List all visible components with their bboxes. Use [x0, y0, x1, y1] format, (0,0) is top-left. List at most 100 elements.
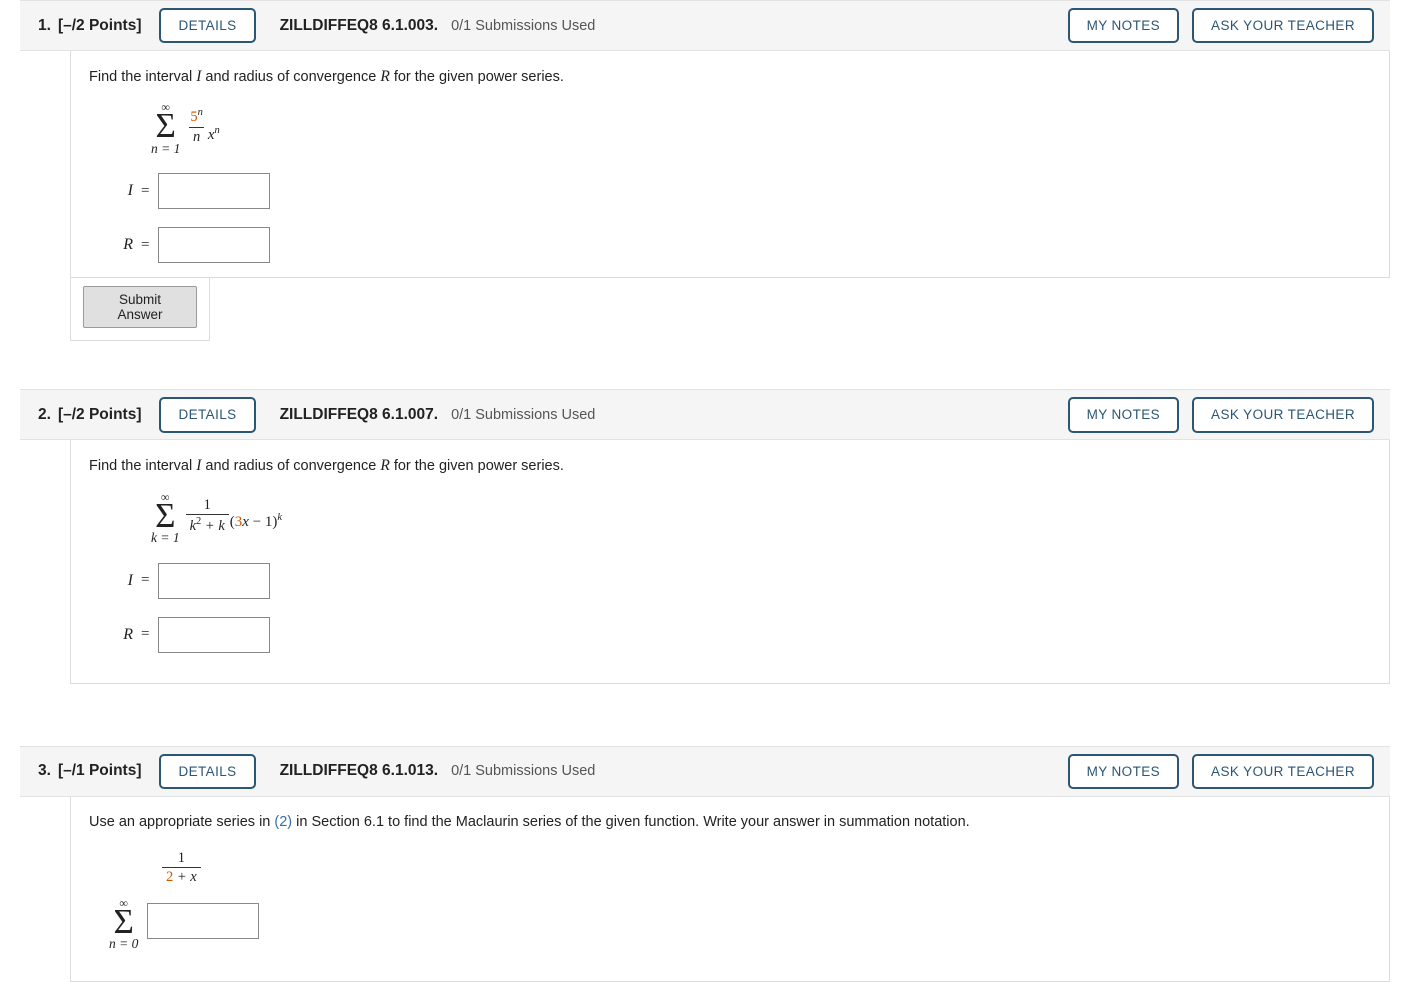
problem-2: 2. [–/2 Points] DETAILS ZILLDIFFEQ8 6.1.… [0, 389, 1405, 684]
problem-2-answer-input-I[interactable] [158, 562, 271, 599]
problem-1-answer-input-I[interactable] [158, 173, 271, 210]
problem-1-question-text: Find the interval I and radius of conver… [89, 67, 1371, 87]
problem-3-code: ZILLDIFFEQ8 6.1.013. [279, 762, 439, 780]
problem-3-number: 3. [38, 762, 51, 780]
assignment-page: 1. [–/2 Points] DETAILS ZILLDIFFEQ8 6.1.… [0, 0, 1405, 982]
problem-1-submissions: 0/1 Submissions Used [451, 17, 596, 34]
sigma-glyph: Σ [155, 495, 176, 535]
problem-3-details-button[interactable]: DETAILS [159, 753, 256, 790]
problem-2-header: 2. [–/2 Points] DETAILS ZILLDIFFEQ8 6.1.… [20, 389, 1390, 441]
summation-lower-limit: k = 1 [151, 530, 180, 546]
tail-exponent: n [214, 124, 220, 136]
problem-1-answer-input-R[interactable] [158, 227, 271, 264]
answer-equals-I: = [141, 182, 150, 199]
tail-base: x [207, 126, 215, 143]
problem-1-header-actions: MY NOTES ASK YOUR TEACHER [1067, 7, 1374, 44]
problem-3-question-text: Use an appropriate series in (2) in Sect… [89, 813, 1371, 832]
problem-2-points: [–/2 Points] [57, 405, 142, 423]
problem-3-header-actions: MY NOTES ASK YOUR TEACHER [1067, 753, 1374, 790]
sigma-glyph: Σ [155, 106, 176, 146]
fraction-numerator: 5n [186, 107, 207, 127]
q3-part2: in Section 6.1 to find the Maclaurin ser… [292, 813, 970, 830]
q2-mid: and radius of convergence [201, 458, 381, 475]
paren-variable: x [242, 514, 249, 531]
problem-3-answer-input[interactable] [147, 902, 260, 939]
answer-equals-I: = [141, 572, 150, 589]
q2-suffix: for the given power series. [389, 458, 564, 475]
problem-1-points: [–/2 Points] [57, 16, 142, 34]
problem-1-number: 1. [38, 16, 51, 34]
problem-1-answer-row-I: I = [99, 173, 1371, 210]
problem-2-answer-row-I: I = [99, 562, 1371, 599]
problem-1-answer-row-R: R = [99, 227, 1371, 264]
denominator-tail: + k [201, 518, 225, 535]
problem-2-expression: ∞ Σ k = 1 1 k2 + k (3x − 1)k [151, 491, 1371, 545]
problem-3-submissions: 0/1 Submissions Used [451, 763, 596, 780]
answer-label-I: I [127, 182, 133, 200]
sigma-glyph: Σ [113, 901, 134, 941]
problem-3-ask-your-teacher-button[interactable]: ASK YOUR TEACHER [1192, 753, 1374, 790]
fraction-numerator: 1 [177, 849, 185, 866]
fraction: 5n n [186, 107, 207, 146]
fraction-denominator: k2 + k [185, 514, 229, 535]
fraction: 1 k2 + k [185, 496, 229, 536]
answer-equals-R: = [141, 236, 150, 253]
q1-mid: and radius of convergence [201, 69, 381, 85]
problem-1-ask-your-teacher-button[interactable]: ASK YOUR TEACHER [1192, 7, 1374, 44]
problem-2-ask-your-teacher-button[interactable]: ASK YOUR TEACHER [1192, 397, 1374, 433]
problem-2-answer-row-R: R = [99, 616, 1371, 653]
paren-exponent: k [277, 512, 283, 524]
numerator-base: 5 [190, 108, 198, 125]
problem-2-answer-input-R[interactable] [158, 616, 271, 653]
expression-tail: (3x − 1)k [230, 512, 282, 531]
problem-1-body: Find the interval I and radius of conver… [70, 51, 1390, 279]
problem-3-points: [–/1 Points] [57, 762, 142, 780]
problem-1-submit-strip: Submit Answer [70, 278, 210, 342]
problem-2-submissions: 0/1 Submissions Used [451, 406, 596, 423]
problem-1: 1. [–/2 Points] DETAILS ZILLDIFFEQ8 6.1.… [0, 0, 1405, 342]
problem-3-function-expression: 1 2 + x [161, 850, 202, 887]
q1-prefix: Find the interval [89, 69, 197, 85]
fraction-denominator: 2 + x [162, 867, 201, 886]
problem-3-header: 3. [–/1 Points] DETAILS ZILLDIFFEQ8 6.1.… [20, 745, 1390, 797]
problem-2-header-actions: MY NOTES ASK YOUR TEACHER [1067, 397, 1374, 433]
q2-var-R: R [380, 457, 390, 475]
fraction-numerator: 1 [203, 496, 211, 513]
problem-3-answer-row: ∞ Σ n = 0 [109, 897, 1371, 951]
fraction-denominator: n [189, 126, 205, 146]
q1-suffix: for the given power series. [389, 69, 564, 85]
q1-var-R: R [380, 68, 390, 85]
problem-2-body: Find the interval I and radius of conver… [70, 440, 1390, 684]
problem-1-header: 1. [–/2 Points] DETAILS ZILLDIFFEQ8 6.1.… [20, 0, 1390, 51]
summation-symbol: ∞ Σ n = 1 [151, 101, 180, 155]
answer-label-R: R [123, 236, 133, 254]
problem-1-details-button[interactable]: DETAILS [159, 7, 256, 44]
problem-1-code: ZILLDIFFEQ8 6.1.003. [279, 16, 439, 34]
expression-tail: xn [208, 125, 220, 144]
problem-1-my-notes-button[interactable]: MY NOTES [1067, 7, 1180, 44]
denominator-tail: + x [173, 869, 197, 886]
fraction: 1 2 + x [162, 850, 201, 887]
summation-symbol: ∞ Σ k = 1 [151, 491, 180, 545]
paren-minus-one: − 1 [248, 514, 273, 531]
problem-3-my-notes-button[interactable]: MY NOTES [1067, 753, 1180, 790]
q2-prefix: Find the interval [89, 458, 197, 475]
answer-equals-R: = [141, 626, 150, 643]
summation-lower-limit: n = 1 [151, 140, 181, 156]
problem-2-question-text: Find the interval I and radius of conver… [89, 456, 1371, 476]
summation-lower-limit: n = 0 [109, 936, 139, 952]
problem-3: 3. [–/1 Points] DETAILS ZILLDIFFEQ8 6.1.… [0, 745, 1405, 982]
answer-label-R: R [123, 625, 133, 643]
numerator-exponent: n [197, 107, 203, 119]
q3-part1: Use an appropriate series in [89, 813, 275, 830]
problem-2-my-notes-button[interactable]: MY NOTES [1067, 397, 1180, 433]
problem-2-details-button[interactable]: DETAILS [159, 397, 256, 433]
problem-2-number: 2. [38, 405, 51, 423]
problem-1-submit-answer-button[interactable]: Submit Answer [83, 286, 197, 329]
problem-1-expression: ∞ Σ n = 1 5n n xn [151, 101, 1371, 155]
answer-label-I: I [127, 571, 133, 589]
problem-3-body: Use an appropriate series in (2) in Sect… [70, 796, 1390, 982]
reference-2-link[interactable]: (2) [274, 814, 292, 830]
